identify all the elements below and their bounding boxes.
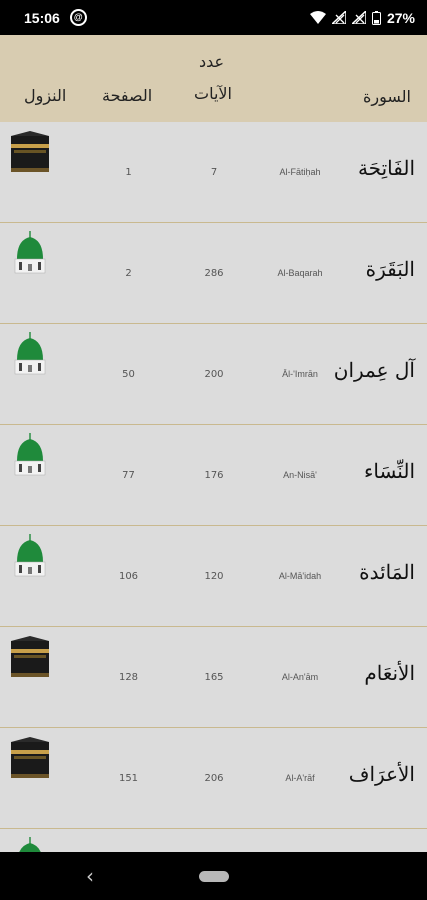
header-ayat: الآيات [194, 84, 232, 103]
ayat-count: 176 [204, 470, 224, 481]
list-item[interactable]: 77 176 An-Nisā' النِّسَاء [0, 425, 427, 526]
surah-name-arabic: الأنعَام [364, 661, 415, 685]
page-number: 128 [118, 672, 139, 683]
surah-name-arabic: المَائدة [359, 560, 415, 584]
page-number: 106 [118, 571, 139, 582]
surah-transliteration: Āl-'Imrān [282, 369, 318, 379]
mosque-dome-icon [10, 231, 50, 275]
list-item[interactable]: 1 7 Al-Fātiḥah الفَاتِحَة [0, 122, 427, 223]
header-revelation: النزول [24, 86, 67, 105]
kaaba-icon [10, 130, 50, 174]
mosque-dome-icon [10, 332, 50, 376]
page-number: 50 [122, 369, 135, 380]
mosque-dome-icon [10, 837, 50, 852]
mosque-dome-icon [10, 433, 50, 477]
status-left: 15:06 @ [24, 9, 87, 26]
status-time: 15:06 [24, 9, 60, 26]
list-item[interactable]: 2 286 Al-Baqarah البَقَرَة [0, 223, 427, 324]
home-pill[interactable] [199, 871, 229, 882]
ayat-count: 7 [210, 167, 218, 178]
navigation-bar: ‹ [0, 852, 427, 900]
status-bar: 15:06 @ 27% [0, 0, 427, 35]
surah-name-arabic: الفَاتِحَة [357, 156, 415, 180]
surah-name-arabic: الأعرَاف [348, 762, 415, 786]
list-item[interactable]: 50 200 Āl-'Imrān آل عِمران [0, 324, 427, 425]
signal-off-icon [331, 11, 346, 24]
surah-transliteration: An-Nisā' [283, 470, 317, 480]
page-number: 2 [125, 268, 132, 279]
page-number: 77 [122, 470, 135, 481]
header-surah: السورة [363, 87, 411, 106]
header-ayat-count: عدد [199, 52, 225, 71]
ayat-count: 206 [204, 773, 224, 784]
ayat-count: 286 [204, 268, 224, 279]
surah-transliteration: Al-A'rāf [285, 773, 315, 783]
surah-transliteration: Al-Fātiḥah [279, 167, 321, 177]
surah-name-arabic: البَقَرَة [365, 257, 415, 281]
kaaba-icon [10, 736, 50, 780]
battery-icon [371, 10, 381, 25]
back-chevron-icon[interactable]: ‹ [80, 864, 100, 888]
surah-transliteration: Al-Mā'idah [278, 571, 322, 581]
header-page: الصفحة [102, 86, 153, 105]
page-number: 1 [125, 167, 132, 178]
list-item[interactable]: 106 120 Al-Mā'idah المَائدة [0, 526, 427, 627]
surah-list: 1 7 Al-Fātiḥah الفَاتِحَة 2 286 Al-Baqarah البَ… [0, 122, 427, 852]
wifi-icon [309, 11, 326, 24]
page-number: 151 [118, 773, 139, 784]
list-item[interactable]: 151 206 Al-A'rāf الأعرَاف [0, 728, 427, 829]
surah-name-arabic: النِّسَاء [363, 459, 415, 483]
surah-name-arabic: آل عِمران [333, 358, 415, 382]
surah-transliteration: Al-Baqarah [277, 268, 323, 278]
surah-transliteration: Al-An'ām [281, 672, 319, 682]
at-sign-icon: @ [69, 9, 87, 26]
status-right: 27% [309, 9, 415, 26]
mosque-dome-icon [10, 534, 50, 578]
list-item[interactable]: 128 165 Al-An'ām الأنعَام [0, 627, 427, 728]
ayat-count: 165 [204, 672, 224, 683]
list-item[interactable] [0, 829, 427, 852]
kaaba-icon [10, 635, 50, 679]
signal-off-icon-2 [351, 11, 366, 24]
battery-percent: 27% [386, 9, 415, 26]
ayat-count: 120 [204, 571, 224, 582]
ayat-count: 200 [204, 369, 224, 380]
table-header: النزول الصفحة عدد الآيات السورة [0, 35, 427, 122]
